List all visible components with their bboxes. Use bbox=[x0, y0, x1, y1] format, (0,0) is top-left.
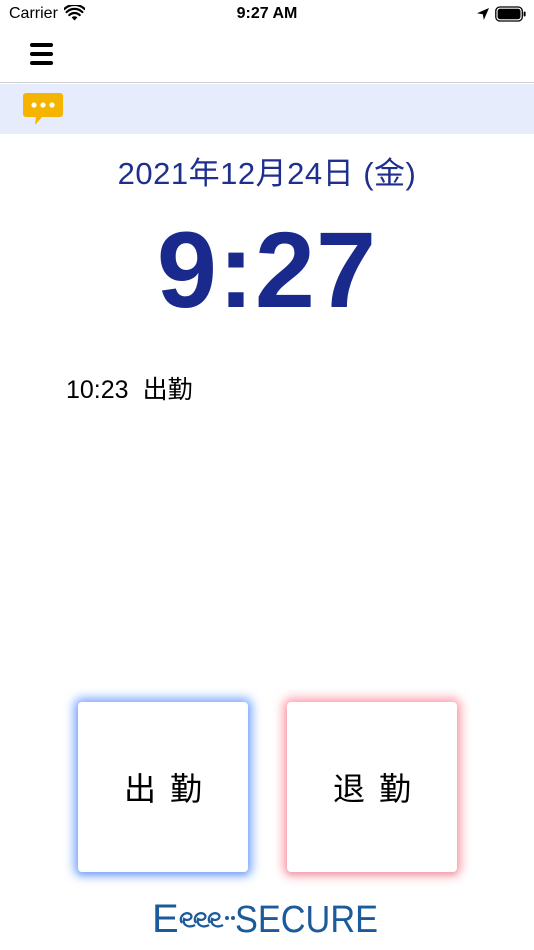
status-bar: Carrier 9:27 AM bbox=[0, 0, 534, 30]
ecoo-secure-logo: E SECURE bbox=[152, 897, 378, 940]
logo-e: E bbox=[152, 897, 179, 940]
location-arrow-icon bbox=[477, 8, 489, 20]
record-type: 出勤 bbox=[142, 376, 193, 404]
record-time: 10:23 bbox=[66, 376, 129, 404]
logo-secure: SECURE bbox=[235, 899, 378, 940]
message-bar bbox=[0, 84, 534, 134]
clock-out-button[interactable]: 退勤 bbox=[287, 702, 457, 872]
chat-bubble-icon[interactable] bbox=[22, 92, 64, 127]
attendance-record: 10:23 出勤 bbox=[66, 370, 207, 406]
hamburger-menu-icon[interactable] bbox=[29, 41, 55, 67]
navigation-bar bbox=[0, 30, 534, 83]
battery-icon bbox=[495, 6, 526, 22]
clock-in-button[interactable]: 出勤 bbox=[78, 702, 248, 872]
brand-logo: E SECURE bbox=[0, 895, 534, 940]
status-time: 9:27 AM bbox=[236, 5, 298, 22]
current-date: 2021年12月24日 (金) bbox=[117, 156, 417, 191]
current-time: 9:27 bbox=[156, 209, 378, 330]
